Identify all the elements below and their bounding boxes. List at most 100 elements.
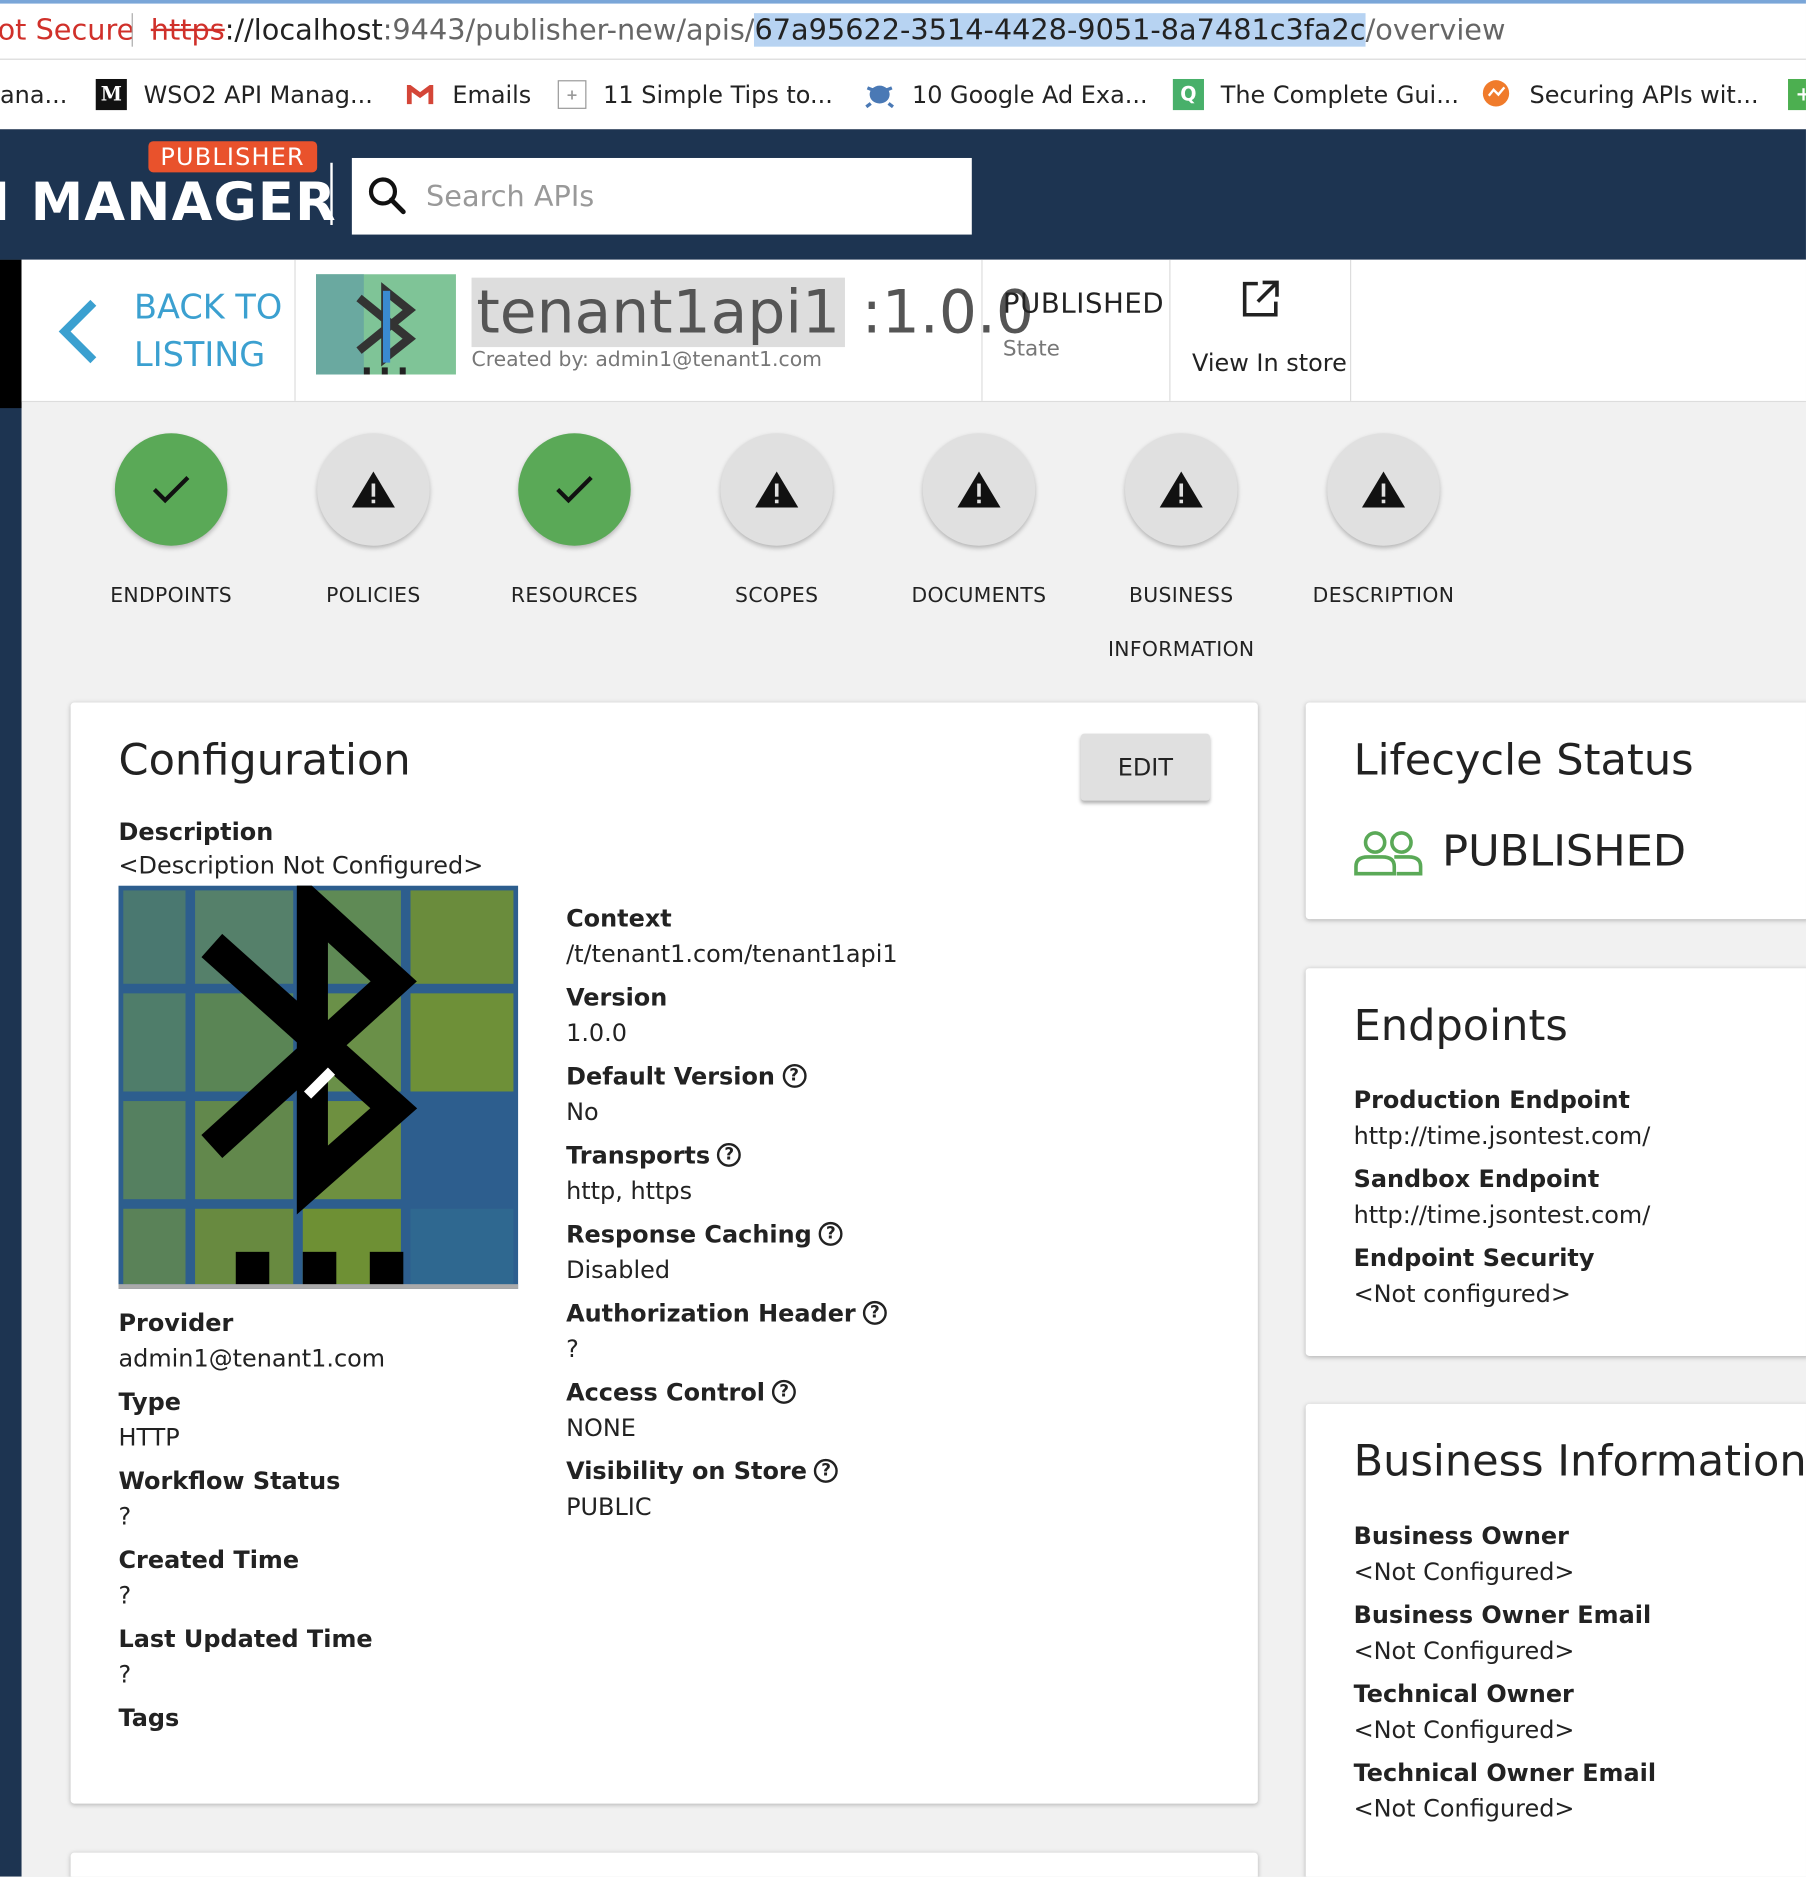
configuration-title: Configuration xyxy=(118,736,411,786)
bookmark-overflow-icon[interactable]: + xyxy=(1788,77,1806,113)
field-label: Sandbox Endpoint xyxy=(1353,1164,1600,1194)
endpoint-fields: Production Endpoint http://time.jsontest.… xyxy=(1354,1085,1651,1308)
field-value: No xyxy=(566,1097,599,1127)
field-label-text: Visibility on Store xyxy=(566,1456,807,1486)
url-selected-id: 67a95622-3514-4428-9051-8a7481c3fa2c xyxy=(754,13,1366,47)
provider-field: Provider admin1@tenant1.com xyxy=(118,1308,385,1373)
bookmark-label: 11 Simple Tips to... xyxy=(603,80,833,109)
business-fields: Business Owner <Not Configured> Business … xyxy=(1354,1521,1656,1823)
back-to-listing-button[interactable]: BACK TO LISTING xyxy=(22,260,295,401)
step-label: DESCRIPTION xyxy=(1312,584,1455,608)
endpoints-card: Endpoints Production Endpoint http://time… xyxy=(1305,968,1806,1356)
step-business-information[interactable]: BUSINESS INFORMATION xyxy=(1074,433,1289,677)
api-name: tenant1api1 xyxy=(471,277,845,348)
bookmark-label: ana... xyxy=(0,80,68,109)
field-value: ? xyxy=(566,1334,579,1364)
external-link-icon xyxy=(1242,280,1279,317)
endpoints-title: Endpoints xyxy=(1353,1001,1568,1051)
help-icon[interactable]: ? xyxy=(717,1142,742,1167)
field-label: Visibility on Store? xyxy=(566,1456,898,1486)
endpoint-security-field: Endpoint Security <Not configured> xyxy=(1354,1243,1651,1308)
warning-icon xyxy=(755,471,799,508)
api-thumbnail[interactable] xyxy=(315,274,456,375)
bookmark-item[interactable]: +11 Simple Tips to... xyxy=(557,77,833,113)
step-description[interactable]: DESCRIPTION xyxy=(1276,433,1491,623)
octocat-icon xyxy=(864,79,895,110)
step-label: BUSINESS INFORMATION xyxy=(1107,584,1255,662)
help-icon[interactable]: ? xyxy=(818,1221,843,1246)
users-icon xyxy=(1354,830,1423,875)
bookmarks-bar: ana... M WSO2 API Manag... Emails +11 Sim… xyxy=(0,59,1806,131)
step-label: ENDPOINTS xyxy=(110,584,233,608)
step-scopes[interactable]: SCOPES xyxy=(669,433,884,623)
step-status-circle xyxy=(1124,433,1238,546)
browser-url-bar[interactable]: ot Secure https://localhost:9443/publish… xyxy=(0,0,1806,60)
divider xyxy=(1349,259,1352,401)
lifecycle-title: Lifecycle Status xyxy=(1353,736,1694,786)
field-value: Disabled xyxy=(566,1255,671,1285)
bookmark-item[interactable]: 10 Google Ad Exa... xyxy=(864,77,1148,113)
field-label-text: Default Version xyxy=(566,1061,775,1091)
search-icon xyxy=(368,177,406,215)
field-label: Technical Owner Email xyxy=(1353,1758,1657,1787)
header-divider xyxy=(330,162,333,225)
postman-icon xyxy=(1482,79,1513,110)
api-created-by: Created by: admin1@tenant1.com xyxy=(471,348,822,373)
state-label: State xyxy=(1002,336,1060,362)
bookmark-item[interactable]: ana... xyxy=(0,77,67,113)
field-value: http, https xyxy=(566,1176,693,1206)
help-icon[interactable]: ? xyxy=(772,1379,797,1404)
step-documents[interactable]: DOCUMENTS xyxy=(871,433,1086,623)
search-box[interactable] xyxy=(351,157,972,235)
field-value: <Description Not Configured> xyxy=(118,850,484,880)
bookmark-label: WSO2 API Manag... xyxy=(143,80,373,109)
search-input[interactable] xyxy=(423,178,932,215)
url-divider xyxy=(131,13,133,47)
field-label: Workflow Status xyxy=(118,1466,341,1495)
step-resources[interactable]: RESOURCES xyxy=(467,433,682,623)
field-value: <Not Configured> xyxy=(1353,1557,1575,1586)
version-field: Version 1.0.0 xyxy=(566,983,898,1048)
field-value: ? xyxy=(118,1501,132,1531)
field-label: Context xyxy=(566,903,672,933)
page: ot Secure https://localhost:9443/publish… xyxy=(0,0,1806,1877)
right-fields: Context/t/tenant1.com/tenant1api1 Versio… xyxy=(566,904,898,1522)
not-secure-label[interactable]: ot Secure xyxy=(0,4,134,57)
bookmark-item[interactable]: M WSO2 API Manag... xyxy=(95,77,373,113)
step-policies[interactable]: POLICIES xyxy=(266,433,481,623)
created-time-field: Created Time? xyxy=(118,1545,385,1610)
field-value: <Not Configured> xyxy=(1353,1794,1575,1823)
edit-button[interactable]: EDIT xyxy=(1080,733,1210,801)
bookmark-item[interactable]: Securing APIs wit... xyxy=(1482,77,1759,113)
field-label-text: Access Control xyxy=(566,1377,765,1407)
bookmark-item[interactable]: Emails xyxy=(405,77,531,113)
field-value: http://time.jsontest.com/ xyxy=(1353,1200,1651,1230)
help-icon[interactable]: ? xyxy=(782,1063,807,1088)
bookmark-square-icon: + xyxy=(557,80,587,109)
bookmark-item[interactable]: Q The Complete Gui... xyxy=(1172,77,1459,113)
type-field: Type HTTP xyxy=(118,1387,385,1452)
field-label: Business Owner Email xyxy=(1353,1600,1652,1629)
view-in-store-button[interactable]: View In store xyxy=(1170,260,1350,401)
field-value: <Not Configured> xyxy=(1353,1636,1575,1665)
api-image[interactable] xyxy=(118,871,519,1289)
field-label: Tags xyxy=(118,1703,180,1732)
field-value: /t/tenant1.com/tenant1api1 xyxy=(566,939,898,969)
help-icon[interactable]: ? xyxy=(862,1300,887,1325)
step-label: DOCUMENTS xyxy=(911,584,1047,608)
lifecycle-status-card: Lifecycle Status PUBLISHED xyxy=(1305,702,1806,920)
back-to-listing-label: BACK TO LISTING xyxy=(134,284,282,380)
url-text[interactable]: https://localhost:9443/publisher-new/api… xyxy=(151,4,1506,57)
business-owner-email-field: Business Owner Email <Not Configured> xyxy=(1354,1600,1656,1665)
warning-icon xyxy=(957,471,1001,508)
field-value: <Not configured> xyxy=(1353,1279,1571,1309)
step-endpoints[interactable]: ENDPOINTS xyxy=(63,433,278,623)
field-value: <Not Configured> xyxy=(1353,1715,1575,1744)
help-icon[interactable]: ? xyxy=(814,1458,839,1483)
warning-icon xyxy=(1159,471,1203,508)
app-title[interactable]: I MANAGER xyxy=(0,172,337,233)
warning-icon xyxy=(1361,471,1406,508)
bookmark-label: Securing APIs wit... xyxy=(1529,80,1759,109)
step-status-circle xyxy=(922,433,1036,546)
response-caching-field: Response Caching? Disabled xyxy=(566,1220,898,1285)
